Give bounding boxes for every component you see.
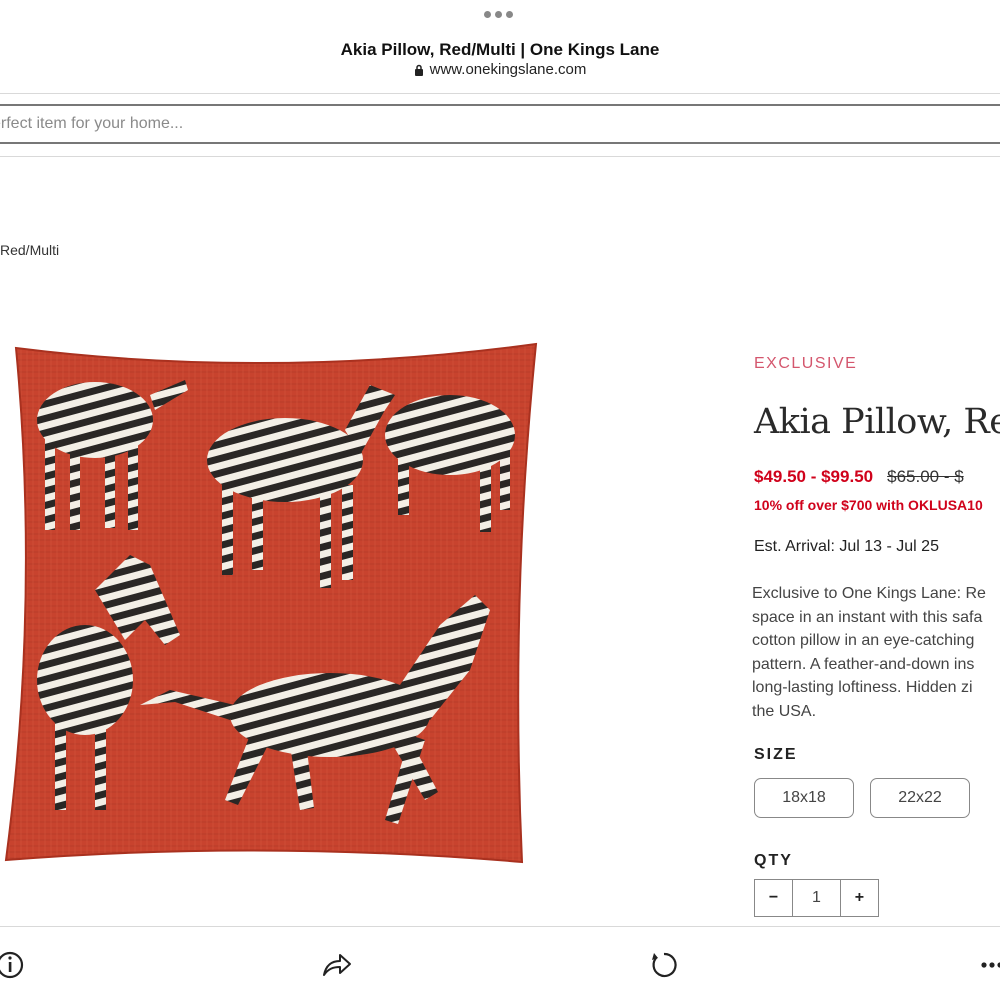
original-price: $65.00 - $ bbox=[887, 467, 964, 486]
promo-text: 10% off over $700 with OKLUSA10 bbox=[754, 497, 983, 513]
info-icon[interactable] bbox=[0, 949, 26, 981]
exclusive-badge: EXCLUSIVE bbox=[754, 355, 858, 372]
product-title: Akia Pillow, Red/ bbox=[754, 402, 1000, 442]
search-input[interactable] bbox=[0, 106, 1000, 142]
page-title: Akia Pillow, Red/Multi | One Kings Lane bbox=[340, 40, 660, 59]
bottom-toolbar bbox=[0, 926, 1000, 1001]
url-text: www.onekingslane.com bbox=[429, 61, 587, 78]
arrival-estimate: Est. Arrival: Jul 13 - Jul 25 bbox=[754, 538, 939, 555]
size-label: SIZE bbox=[754, 746, 798, 763]
divider bbox=[0, 156, 1000, 157]
description-line: the USA. bbox=[752, 702, 817, 720]
description-line: long-lasting loftiness. Hidden zi bbox=[752, 679, 973, 696]
browser-menu-dots[interactable] bbox=[484, 11, 516, 21]
description-line: Exclusive to One Kings Lane: Re bbox=[752, 585, 986, 602]
price-row: $49.50 - $99.50 $65.00 - $ bbox=[754, 467, 964, 487]
search-bar[interactable] bbox=[0, 104, 1000, 144]
description-line: space in an instant with this safa bbox=[752, 608, 983, 626]
address-bar[interactable]: www.onekingslane.com bbox=[0, 61, 1000, 80]
breadcrumb[interactable]: Red/Multi bbox=[0, 242, 59, 258]
sale-price: $49.50 - $99.50 bbox=[754, 467, 874, 486]
divider bbox=[0, 93, 1000, 94]
more-icon[interactable] bbox=[978, 949, 1000, 981]
product-description: Exclusive to One Kings Lane: Re space in… bbox=[752, 582, 1000, 723]
qty-label: QTY bbox=[754, 852, 793, 869]
size-option-18x18[interactable]: 18x18 bbox=[754, 778, 854, 818]
description-line: pattern. A feather-and-down ins bbox=[752, 655, 975, 673]
lock-icon bbox=[414, 63, 424, 80]
size-option-22x22[interactable]: 22x22 bbox=[870, 778, 970, 818]
qty-value[interactable]: 1 bbox=[793, 880, 841, 916]
qty-increase-button[interactable]: + bbox=[841, 880, 878, 916]
share-icon[interactable] bbox=[320, 949, 352, 981]
description-line: cotton pillow in an eye-catching bbox=[752, 632, 975, 649]
zebra-pillow-image[interactable] bbox=[0, 340, 545, 870]
reload-icon[interactable] bbox=[648, 949, 680, 981]
quantity-stepper: − 1 + bbox=[754, 879, 879, 917]
qty-decrease-button[interactable]: − bbox=[755, 880, 794, 916]
